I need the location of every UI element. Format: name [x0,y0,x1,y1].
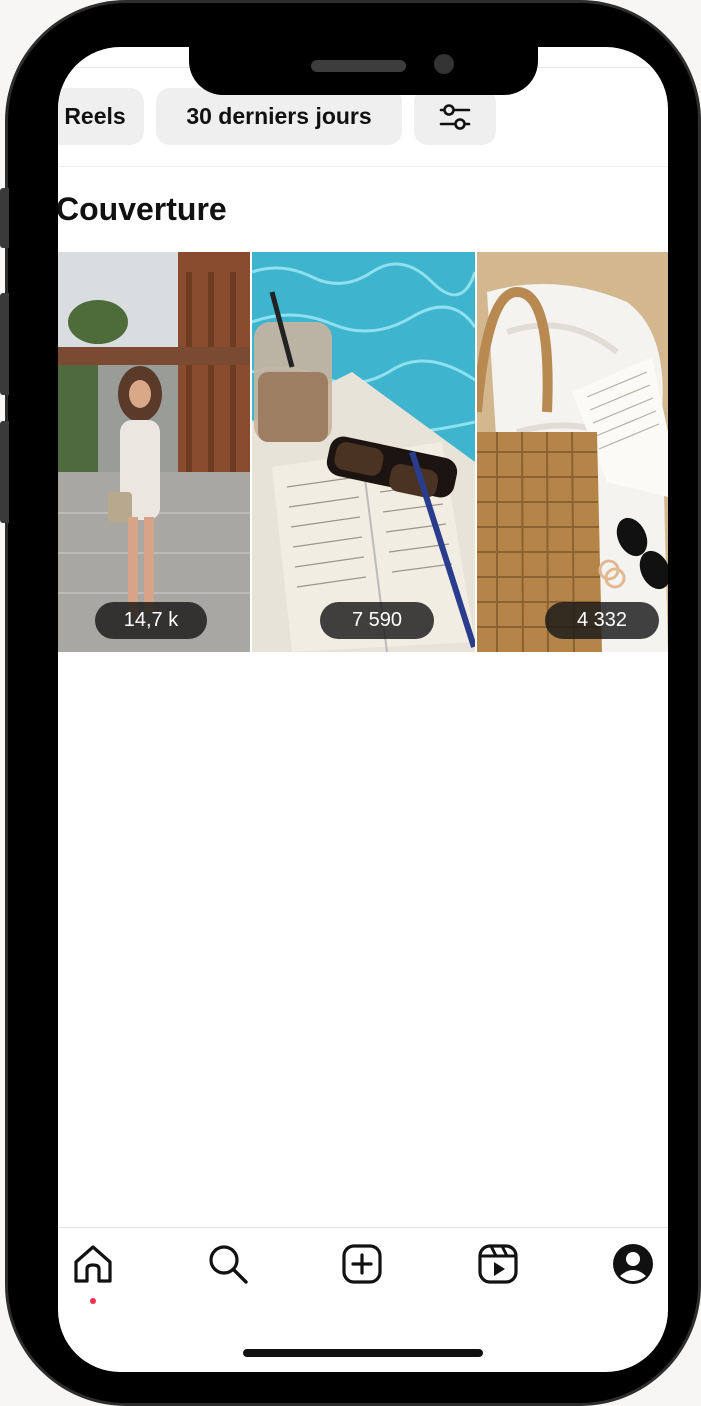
sliders-icon [439,103,471,130]
reel-thumbnail-2[interactable]: 7 590 [252,252,475,652]
volume-down-button [0,421,9,523]
section-title: Couverture [58,191,227,227]
reel-view-count: 14,7 k [95,602,207,639]
filter-chip-period[interactable]: 30 derniers jours [156,88,402,145]
reel-thumbnail-1[interactable]: 14,7 k [58,252,250,652]
create-icon[interactable] [340,1242,384,1286]
bottom-navigation [58,1242,668,1302]
screen: Reels 30 derniers jours Couverture 14,7 … [58,47,668,1372]
beach-bag-book-photo [477,252,668,652]
nav-divider [58,1227,668,1228]
profile-icon[interactable] [611,1242,655,1286]
front-camera [434,54,454,74]
reel-view-count: 4 332 [545,602,659,639]
reel-thumbnail-3[interactable]: 4 332 [477,252,668,652]
search-icon[interactable] [206,1242,250,1286]
reels-thumbnail-row: 14,7 k 7 590 4 332 [58,252,668,652]
reel-view-count: 7 590 [320,602,434,639]
home-icon[interactable] [71,1242,115,1286]
woman-courtyard-photo [58,252,250,652]
filter-bar: Reels 30 derniers jours [58,88,496,145]
phone-frame: Reels 30 derniers jours Couverture 14,7 … [0,3,698,1403]
filter-divider [58,166,668,167]
mute-switch [0,188,9,248]
filter-settings-button[interactable] [414,88,496,145]
notch [189,33,538,95]
volume-up-button [0,293,9,395]
pool-book-coffee-photo [252,252,475,652]
filter-chip-reels[interactable]: Reels [58,88,144,145]
speaker [311,60,406,72]
reels-icon[interactable] [476,1242,520,1286]
home-indicator[interactable] [243,1349,483,1357]
notification-dot [90,1298,96,1304]
